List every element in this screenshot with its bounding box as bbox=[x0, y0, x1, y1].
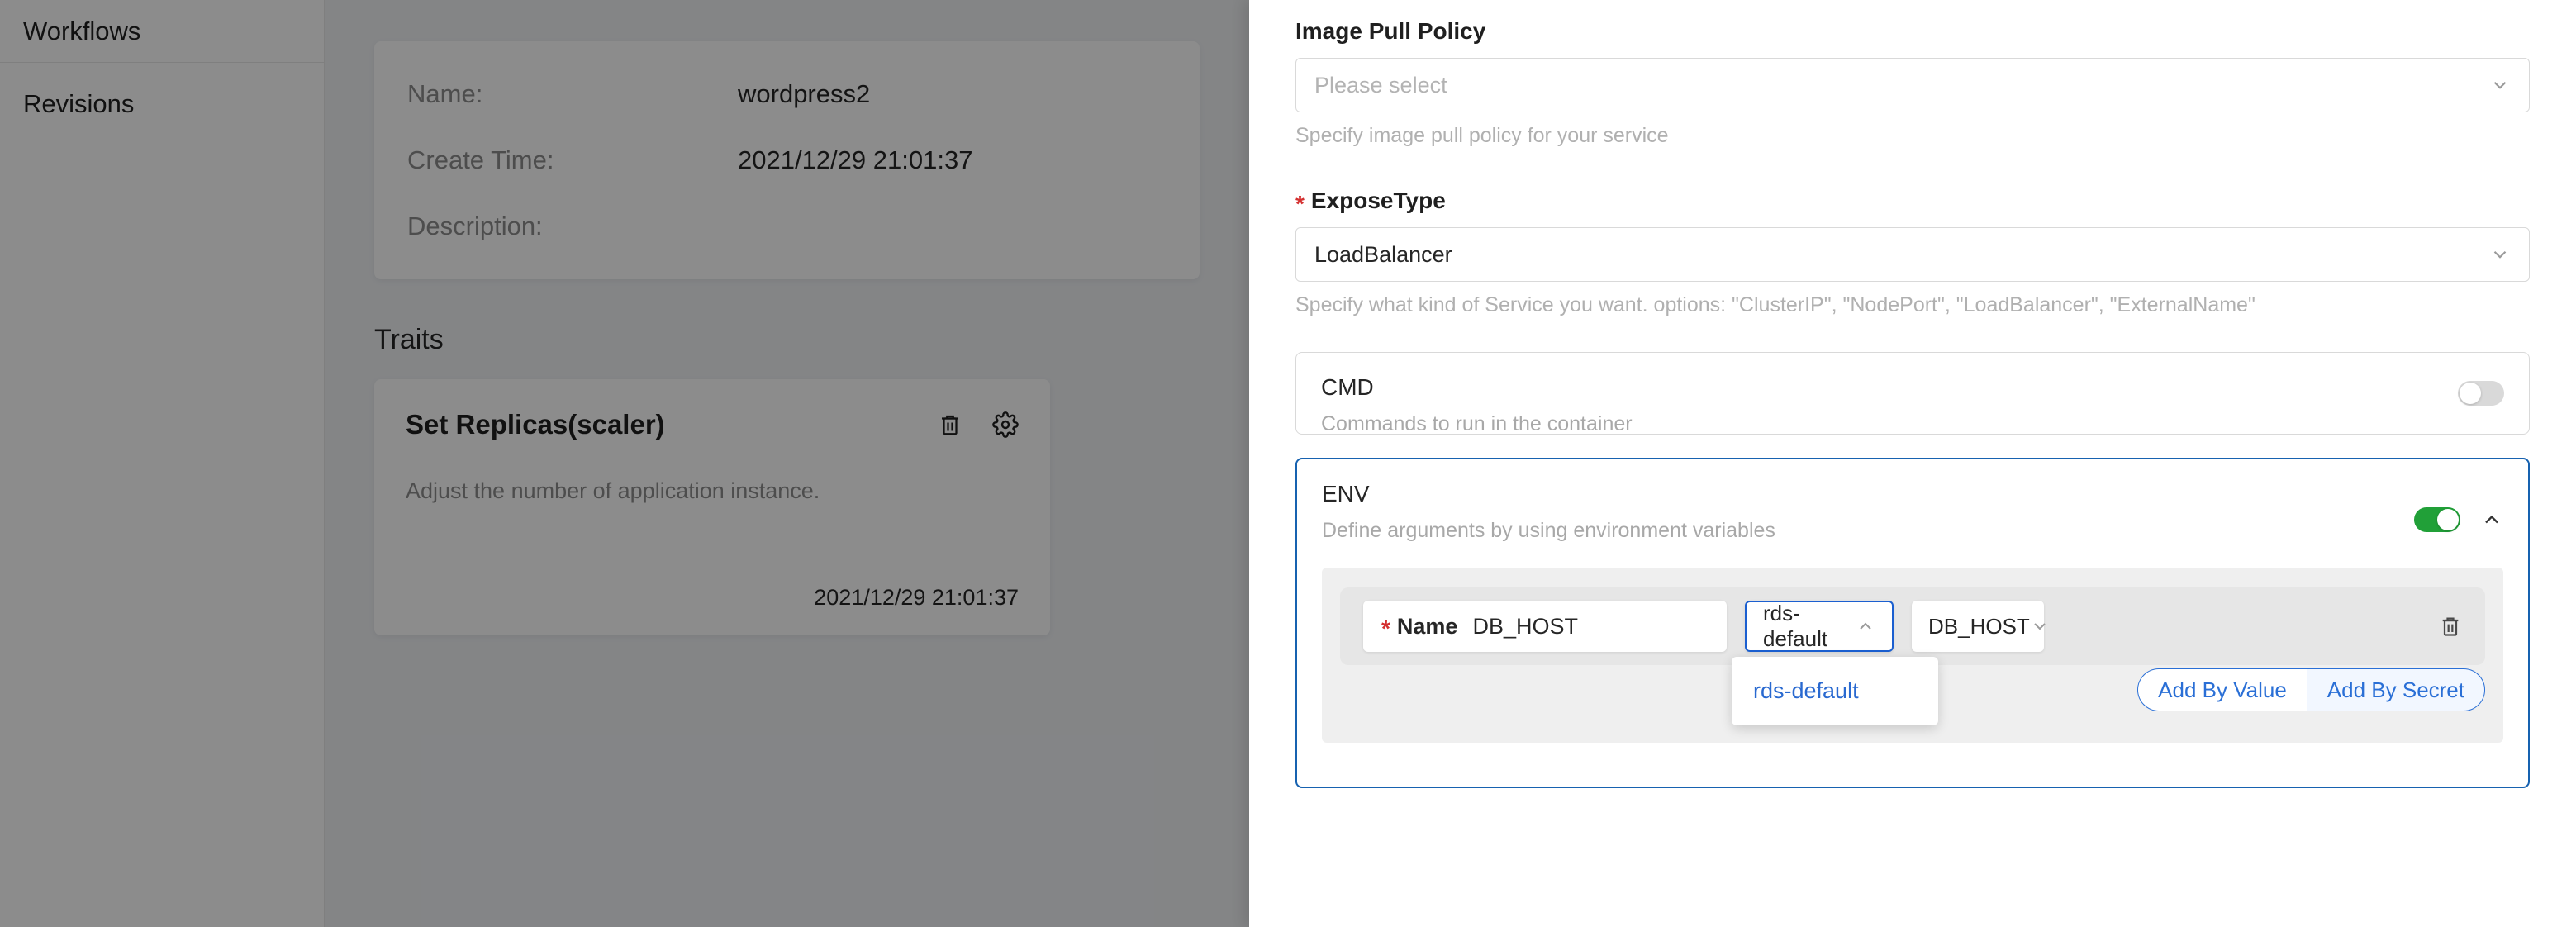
spacer bbox=[1295, 148, 2530, 188]
expose-type-select[interactable]: LoadBalancer bbox=[1295, 227, 2530, 282]
label-text: ExposeType bbox=[1311, 188, 1446, 214]
cmd-panel[interactable]: CMD Commands to run in the container bbox=[1295, 352, 2530, 435]
chevron-down-icon bbox=[2489, 74, 2511, 96]
required-asterisk: * bbox=[1295, 193, 1305, 216]
chevron-down-icon bbox=[2489, 244, 2511, 265]
sidebar: Workflows Revisions bbox=[0, 0, 325, 927]
sidebar-item-workflows[interactable]: Workflows bbox=[0, 0, 324, 63]
env-key-value: DB_HOST bbox=[1928, 614, 2030, 639]
trait-description: Adjust the number of application instanc… bbox=[406, 478, 1019, 504]
env-panel-controls bbox=[2414, 507, 2503, 532]
env-toggle[interactable] bbox=[2414, 507, 2460, 532]
env-secret-value: rds-default bbox=[1763, 601, 1856, 652]
env-secret-select[interactable]: rds-default bbox=[1745, 601, 1894, 652]
env-panel: ENV Define arguments by using environmen… bbox=[1295, 458, 2530, 788]
sidebar-item-label: Revisions bbox=[23, 89, 134, 119]
cmd-panel-title: CMD bbox=[1321, 374, 2504, 401]
image-pull-policy-select[interactable]: Please select bbox=[1295, 58, 2530, 112]
env-row-delete-button[interactable] bbox=[2439, 614, 2462, 639]
expose-type-value: LoadBalancer bbox=[1314, 242, 1452, 268]
chevron-down-icon bbox=[2030, 616, 2050, 636]
application-info-card: Name: wordpress2 Create Time: 2021/12/29… bbox=[374, 41, 1200, 279]
env-key-select[interactable]: DB_HOST bbox=[1912, 601, 2044, 652]
info-label: Description: bbox=[407, 212, 738, 241]
gear-icon[interactable] bbox=[992, 411, 1019, 438]
toggle-knob bbox=[2460, 383, 2481, 404]
chevron-up-icon[interactable] bbox=[2480, 508, 2503, 531]
expose-type-label: * ExposeType bbox=[1295, 188, 2530, 214]
top-strip bbox=[325, 0, 1249, 12]
image-pull-policy-value: Please select bbox=[1314, 73, 1447, 98]
sidebar-item-label: Workflows bbox=[23, 17, 140, 46]
field-expose-type: * ExposeType LoadBalancer Specify what k… bbox=[1295, 188, 2530, 317]
env-secret-dropdown-menu[interactable]: rds-default bbox=[1732, 657, 1938, 725]
field-image-pull-policy: Image Pull Policy Please select Specify … bbox=[1295, 18, 2530, 148]
trait-actions bbox=[938, 411, 1019, 438]
required-asterisk: * bbox=[1381, 617, 1390, 640]
main-content: Name: wordpress2 Create Time: 2021/12/29… bbox=[325, 12, 1249, 927]
info-row: Create Time: 2021/12/29 21:01:37 bbox=[407, 145, 1167, 175]
env-panel-title: ENV bbox=[1322, 481, 2503, 507]
env-name-value: DB_HOST bbox=[1472, 614, 1578, 639]
spacer bbox=[1295, 317, 2530, 352]
label-text: Name bbox=[1397, 614, 1458, 639]
env-name-label: * Name bbox=[1381, 614, 1457, 639]
info-label: Create Time: bbox=[407, 145, 738, 175]
traits-section-title: Traits bbox=[374, 324, 1200, 356]
info-label: Name: bbox=[407, 79, 738, 109]
image-pull-policy-label: Image Pull Policy bbox=[1295, 18, 2530, 45]
info-value: wordpress2 bbox=[738, 79, 870, 109]
env-panel-subtitle: Define arguments by using environment va… bbox=[1322, 519, 2503, 543]
info-row: Description: bbox=[407, 212, 1167, 241]
env-row: * Name DB_HOST rds-default bbox=[1340, 587, 2485, 665]
screen-root: Workflows Revisions Name: wordpress2 Cre… bbox=[0, 0, 2576, 927]
expose-type-helper: Specify what kind of Service you want. o… bbox=[1295, 293, 2530, 317]
cmd-panel-subtitle: Commands to run in the container bbox=[1321, 412, 2504, 436]
trait-card: Set Replicas(scaler) bbox=[374, 379, 1050, 635]
env-add-buttons: Add By Value Add By Secret bbox=[2137, 668, 2485, 711]
background-app: Workflows Revisions Name: wordpress2 Cre… bbox=[0, 0, 1249, 927]
env-rows-container: * Name DB_HOST rds-default bbox=[1322, 568, 2503, 743]
trash-icon[interactable] bbox=[938, 411, 962, 438]
sidebar-item-revisions[interactable]: Revisions bbox=[0, 63, 324, 145]
add-by-secret-button[interactable]: Add By Secret bbox=[2307, 668, 2485, 711]
trait-name: Set Replicas(scaler) bbox=[406, 409, 665, 440]
add-by-value-button[interactable]: Add By Value bbox=[2137, 668, 2307, 711]
cmd-toggle[interactable] bbox=[2458, 381, 2504, 406]
label-text: Image Pull Policy bbox=[1295, 18, 1485, 45]
config-drawer: Image Pull Policy Please select Specify … bbox=[1249, 0, 2576, 927]
trait-timestamp: 2021/12/29 21:01:37 bbox=[814, 585, 1019, 611]
info-row: Name: wordpress2 bbox=[407, 79, 1167, 109]
trait-card-header: Set Replicas(scaler) bbox=[406, 409, 1019, 440]
toggle-knob bbox=[2437, 509, 2459, 530]
env-name-input[interactable]: * Name DB_HOST bbox=[1363, 601, 1727, 652]
chevron-up-icon bbox=[1856, 616, 1875, 636]
image-pull-policy-helper: Specify image pull policy for your servi… bbox=[1295, 124, 2530, 148]
spacer bbox=[1295, 435, 2530, 458]
cmd-panel-controls bbox=[2458, 381, 2504, 406]
info-value: 2021/12/29 21:01:37 bbox=[738, 145, 972, 175]
dropdown-option[interactable]: rds-default bbox=[1732, 672, 1938, 711]
trash-icon bbox=[2439, 614, 2462, 639]
